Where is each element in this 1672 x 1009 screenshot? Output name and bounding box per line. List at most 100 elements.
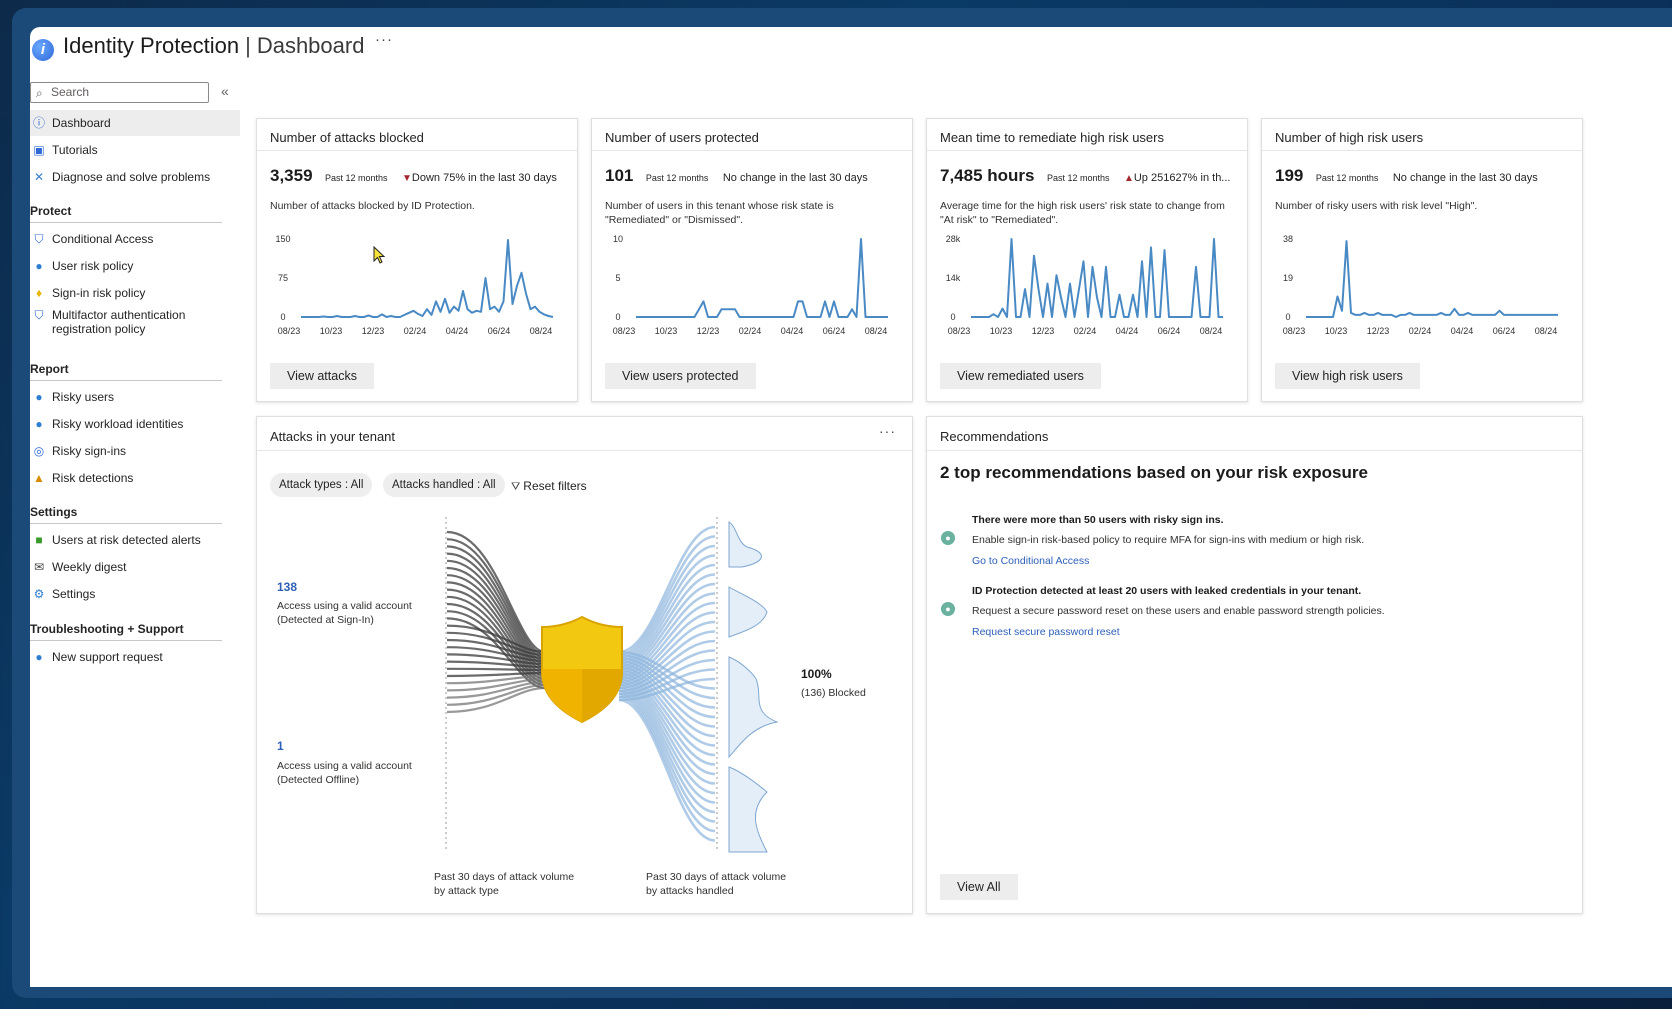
recommendation-icon: ● [941,531,955,545]
attack-type-fan [446,530,546,714]
collapse-sidebar-button[interactable]: « [221,83,229,99]
attack-count-signin[interactable]: 138 [277,580,297,594]
metric-period: Past 12 months [1315,173,1379,183]
sidebar-item-new-support[interactable]: ● New support request [30,644,240,670]
sidebar-item-label: Tutorials [52,143,98,157]
sidebar-item-mfa-policy[interactable]: ⛉ Multifactor authentication registration … [30,307,240,339]
view-remediated-users-button[interactable]: View remediated users [940,363,1101,389]
sidebar-item-label: Multifactor authentication [52,308,186,322]
panel-title: Attacks in your tenant [270,429,396,444]
panel-title: Recommendations [940,429,1049,444]
shield-icon: ⛉ [34,232,44,246]
x-tick-label: 08/24 [1535,326,1558,336]
y-tick-label: 150 [275,234,290,244]
alert-icon: ■ [35,533,43,547]
metric-change-text: Up 251627% in th... [1133,172,1231,184]
sidebar-item-risky-signins[interactable]: ◎ Risky sign-ins [30,438,240,464]
y-tick-label: 5 [615,273,620,283]
divider [257,150,577,151]
y-tick-label: 75 [278,273,288,283]
request-password-reset-link[interactable]: Request secure password reset [972,626,1120,638]
search-placeholder: Search [51,85,90,99]
sidebar-item-label: Risky users [52,390,115,404]
sidebar-item-conditional-access[interactable]: ⛉ Conditional Access [30,226,240,252]
attack-label-offline: Access using a valid account (Detected Of… [277,759,412,787]
x-tick-label: 08/23 [1283,326,1306,336]
search-input[interactable]: ⌕ Search [30,82,209,103]
recommendation-body: Enable sign-in risk-based policy to requ… [972,534,1365,546]
metric-period: Past 12 months [1046,173,1110,183]
sidebar-item-weekly-digest[interactable]: ✉ Weekly digest [30,554,240,580]
shield-icon [541,615,623,724]
y-tick-label: 19 [1283,273,1293,283]
users-icon: ● [35,390,43,404]
view-attacks-button[interactable]: View attacks [270,363,374,389]
divider [257,450,912,451]
card-mean-time-remediate: Mean time to remediate high risk users 7… [926,118,1248,402]
attack-label-line1: Access using a valid account [277,600,412,612]
sidebar-item-risky-users[interactable]: ● Risky users [30,384,240,410]
x-tick-label: 08/23 [278,326,301,336]
y-tick-label: 10 [613,234,623,244]
title-separator: | [245,33,251,58]
x-tick-label: 12/23 [697,326,720,336]
y-tick-label: 14k [946,273,961,283]
x-tick-label: 10/23 [655,326,678,336]
more-options-button[interactable]: ··· [375,31,393,48]
footer-line2: by attack type [434,885,499,897]
key-icon: ♦ [35,286,43,300]
attack-label-line2: (Detected Offline) [277,774,360,786]
recommendations-panel: Recommendations 2 top recommendations ba… [926,416,1583,914]
sidebar-item-diagnose[interactable]: ✕ Diagnose and solve problems [30,164,240,190]
mail-icon: ✉ [33,560,45,574]
x-tick-label: 04/24 [1116,326,1139,336]
page-title-main: Identity Protection [63,33,240,58]
sidebar-item-risk-detections[interactable]: ▲ Risk detections [30,465,240,491]
up-arrow-icon: ▲ [1123,173,1134,184]
x-tick-label: 10/23 [990,326,1013,336]
x-tick-label: 04/24 [1451,326,1474,336]
users-icon: ● [35,417,43,431]
view-high-risk-users-button[interactable]: View high risk users [1275,363,1420,389]
reset-filters-button[interactable]: ⛛ Reset filters [511,479,587,494]
sidebar-item-risk-alerts[interactable]: ■ Users at risk detected alerts [30,527,240,553]
panel-more-button[interactable]: ··· [879,423,896,439]
metric-change-text: Down 75% in the last 30 days [411,172,557,184]
go-to-conditional-access-link[interactable]: Go to Conditional Access [972,555,1089,567]
metric-row: 3,359 Past 12 months ▼Down 75% in the la… [270,166,557,186]
sidebar-item-signin-risk-policy[interactable]: ♦ Sign-in risk policy [30,280,240,306]
attack-flow-line [446,683,546,706]
volume-distribution-shape [728,521,779,853]
wrench-icon: ✕ [33,170,45,184]
card-title: Number of users protected [605,130,759,145]
book-icon: ▣ [33,143,45,157]
sidebar-item-dashboard[interactable]: ⓘ Dashboard [30,110,240,136]
sidebar-item-risky-workload[interactable]: ● Risky workload identities [30,411,240,437]
y-tick-label: 38 [1283,234,1293,244]
x-tick-label: 12/23 [1367,326,1390,336]
blocked-label: (136) Blocked [801,687,866,699]
x-tick-label: 04/24 [446,326,469,336]
series-line [971,238,1223,318]
x-tick-label: 12/23 [1032,326,1055,336]
sidebar-item-user-risk-policy[interactable]: ● User risk policy [30,253,240,279]
recommendation-body: Request a secure password reset on these… [972,605,1385,617]
attack-count-offline[interactable]: 1 [277,739,284,753]
x-tick-label: 10/23 [320,326,343,336]
section-protect: Protect [30,204,222,223]
sidebar-item-settings[interactable]: ⚙ Settings [30,581,240,607]
metric-period: Past 12 months [645,173,709,183]
view-users-protected-button[interactable]: View users protected [605,363,756,389]
attacks-handled-filter[interactable]: Attacks handled : All [383,473,505,497]
footer-attacks-handled: Past 30 days of attack volume by attacks … [646,870,786,898]
x-tick-label: 06/24 [823,326,846,336]
metric-row: 101 Past 12 months No change in the last… [605,166,868,186]
sidebar-item-tutorials[interactable]: ▣ Tutorials [30,137,240,163]
attack-types-filter[interactable]: Attack types : All [270,473,373,497]
sidebar-item-label: Conditional Access [52,232,154,246]
card-title: Number of attacks blocked [270,130,424,145]
down-arrow-icon: ▼ [402,173,412,184]
view-all-button[interactable]: View All [940,874,1018,900]
app-window: i Identity Protection | Dashboard ··· ⌕ Se… [30,27,1672,987]
card-high-risk-users: Number of high risk users 199 Past 12 mo… [1261,118,1583,402]
